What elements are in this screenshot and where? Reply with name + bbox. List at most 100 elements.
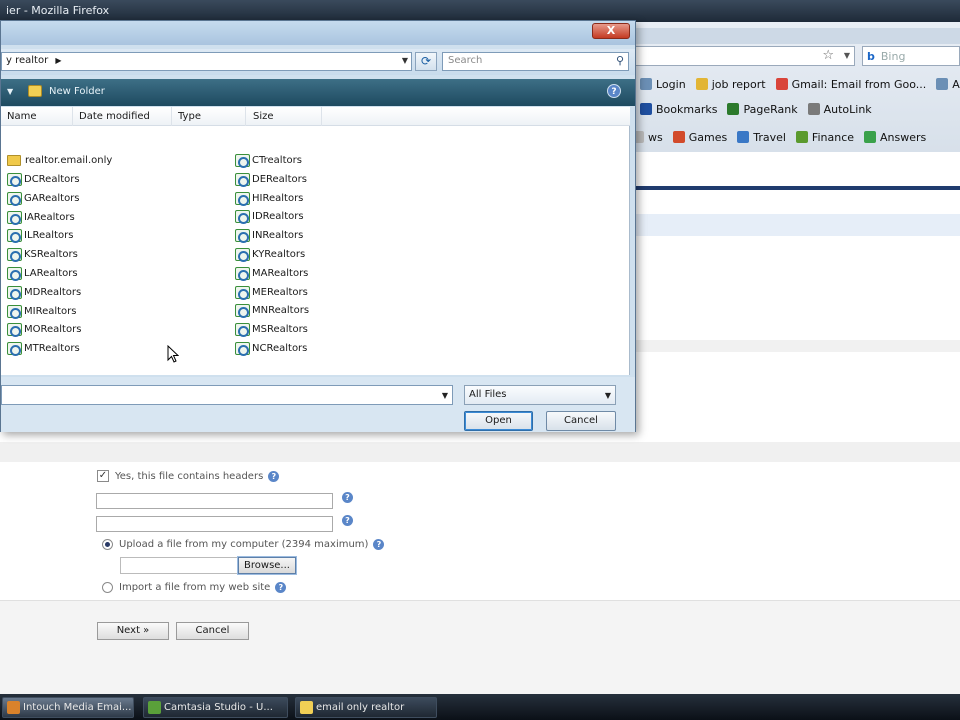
file-item-label: NCRealtors — [252, 343, 308, 354]
file-item[interactable]: LARealtors — [7, 265, 78, 282]
refresh-button[interactable]: ⟳ — [415, 52, 437, 71]
chevron-down-icon[interactable]: ▼ — [402, 56, 408, 65]
file-name-input[interactable]: ▼ — [1, 385, 453, 405]
file-item[interactable]: IDRealtors — [235, 208, 304, 225]
column-type[interactable]: Type — [178, 111, 201, 122]
open-button[interactable]: Open — [464, 411, 533, 431]
new-folder-button[interactable]: New Folder — [49, 86, 105, 97]
search-icon[interactable]: ⚲ — [616, 54, 624, 67]
form-text-field-1[interactable] — [96, 493, 333, 509]
file-upload-dialog: X y realtor ▶ ▼ ⟳ Search ⚲ ▼ New Folder … — [0, 20, 636, 432]
upload-radio[interactable] — [102, 539, 113, 550]
file-item[interactable]: DCRealtors — [7, 171, 80, 188]
upload-file-path-field[interactable] — [120, 557, 238, 574]
new-folder-icon[interactable] — [28, 85, 42, 97]
bookmark-item[interactable]: Gmail: Email from Goo... — [775, 78, 926, 91]
chevron-down-icon[interactable]: ▼ — [442, 391, 448, 400]
file-item[interactable]: MDRealtors — [7, 284, 81, 301]
help-icon[interactable]: ? — [268, 470, 280, 482]
bookmark-item[interactable]: Finance — [795, 131, 854, 144]
headers-checkbox[interactable]: ✓ — [97, 470, 109, 482]
document-icon — [7, 323, 22, 338]
file-item-label: MTRealtors — [24, 343, 80, 355]
chevron-down-icon[interactable]: ▼ — [7, 87, 13, 96]
import-option[interactable]: Import a file from my web site ? — [102, 582, 287, 593]
form-text-field-2[interactable] — [96, 516, 333, 532]
bookmark-item[interactable]: Answers — [864, 131, 926, 144]
breadcrumb-arrow-icon[interactable]: ▶ — [55, 56, 61, 65]
bookmark-label: Travel — [753, 130, 786, 144]
folder-item[interactable]: realtor.email.only — [7, 152, 112, 169]
bookmark-item[interactable]: Games — [672, 131, 727, 144]
column-size[interactable]: Size — [253, 111, 274, 122]
dialog-title-bar[interactable]: X — [1, 21, 635, 45]
bookmark-icon — [737, 131, 750, 143]
file-item[interactable]: MIRealtors — [7, 303, 77, 320]
file-item[interactable]: DERealtors — [235, 171, 307, 188]
file-item[interactable]: MORealtors — [7, 321, 81, 338]
file-item[interactable]: MSRealtors — [235, 321, 308, 338]
file-item[interactable]: CTrealtors — [235, 152, 302, 169]
bookmark-item[interactable]: job report — [695, 78, 766, 91]
addon-toolbar: Bookmarks PageRank AutoLink — [640, 99, 872, 119]
file-item[interactable]: HIRealtors — [235, 190, 303, 207]
column-divider[interactable] — [245, 107, 246, 126]
bookmark-item[interactable]: AutoLink — [807, 103, 872, 116]
bookmark-item[interactable]: ws — [632, 131, 663, 144]
bookmark-item[interactable]: Au — [936, 78, 960, 91]
folder-icon — [300, 701, 313, 714]
document-icon — [7, 229, 22, 244]
file-item[interactable]: KSRealtors — [7, 246, 78, 263]
url-bar[interactable]: ☆ ▼ — [630, 46, 855, 66]
column-date-modified[interactable]: Date modified — [79, 111, 150, 122]
document-icon — [235, 172, 250, 187]
taskbar-item-camtasia[interactable]: Camtasia Studio - U... — [143, 697, 288, 718]
help-icon[interactable]: ? — [275, 582, 287, 593]
dialog-search-input[interactable]: Search ⚲ — [442, 52, 629, 71]
close-button[interactable]: X — [592, 23, 630, 39]
file-item[interactable]: INRealtors — [235, 227, 303, 244]
chevron-down-icon[interactable]: ▼ — [844, 51, 850, 60]
dialog-cancel-button[interactable]: Cancel — [546, 411, 616, 431]
bookmark-item[interactable]: Travel — [737, 131, 786, 144]
help-icon[interactable]: ? — [373, 539, 385, 550]
taskbar-item-label: Intouch Media Emai... — [23, 702, 132, 713]
help-icon[interactable]: ? — [342, 492, 353, 503]
bookmark-icon — [936, 78, 949, 90]
form-cancel-button[interactable]: Cancel — [176, 622, 249, 640]
browse-button[interactable]: Browse... — [238, 557, 296, 574]
bookmark-label: Answers — [880, 130, 927, 144]
star-icon[interactable]: ☆ — [822, 48, 834, 63]
chevron-down-icon[interactable]: ▼ — [605, 391, 611, 400]
file-item[interactable]: ILRealtors — [7, 227, 73, 244]
headers-option[interactable]: ✓ Yes, this file contains headers ? — [97, 470, 280, 482]
file-item[interactable]: NCRealtors — [235, 340, 307, 357]
file-item[interactable]: MARealtors — [235, 265, 308, 282]
taskbar-item-firefox[interactable]: Intouch Media Emai... — [2, 697, 134, 718]
upload-option[interactable]: Upload a file from my computer (2394 max… — [102, 539, 385, 550]
web-search-input[interactable]: b Bing — [862, 46, 960, 66]
file-item[interactable]: IARealtors — [7, 209, 75, 226]
file-item[interactable]: KYRealtors — [235, 246, 305, 263]
firefox-tab-strip — [630, 28, 960, 44]
help-icon[interactable]: ? — [342, 515, 353, 526]
bookmark-item[interactable]: Bookmarks — [640, 103, 717, 116]
bookmark-icon — [807, 103, 820, 115]
taskbar-item-folder[interactable]: email only realtor — [295, 697, 437, 718]
next-button[interactable]: Next » — [97, 622, 169, 640]
column-divider[interactable] — [72, 107, 73, 126]
location-field[interactable]: y realtor ▶ ▼ — [1, 52, 412, 71]
file-item[interactable]: MTRealtors — [7, 340, 80, 357]
file-item[interactable]: GARealtors — [7, 190, 80, 207]
bookmark-item[interactable]: Login — [640, 78, 686, 91]
column-divider[interactable] — [321, 107, 322, 126]
import-radio[interactable] — [102, 582, 113, 593]
bookmark-item[interactable]: PageRank — [727, 103, 798, 116]
column-divider[interactable] — [171, 107, 172, 126]
file-item[interactable]: MERealtors — [235, 284, 308, 301]
column-name[interactable]: Name — [7, 111, 37, 122]
file-type-select[interactable]: All Files ▼ — [464, 385, 616, 405]
file-item[interactable]: MNRealtors — [235, 302, 309, 319]
help-icon[interactable]: ? — [607, 84, 621, 98]
document-icon — [7, 304, 22, 319]
